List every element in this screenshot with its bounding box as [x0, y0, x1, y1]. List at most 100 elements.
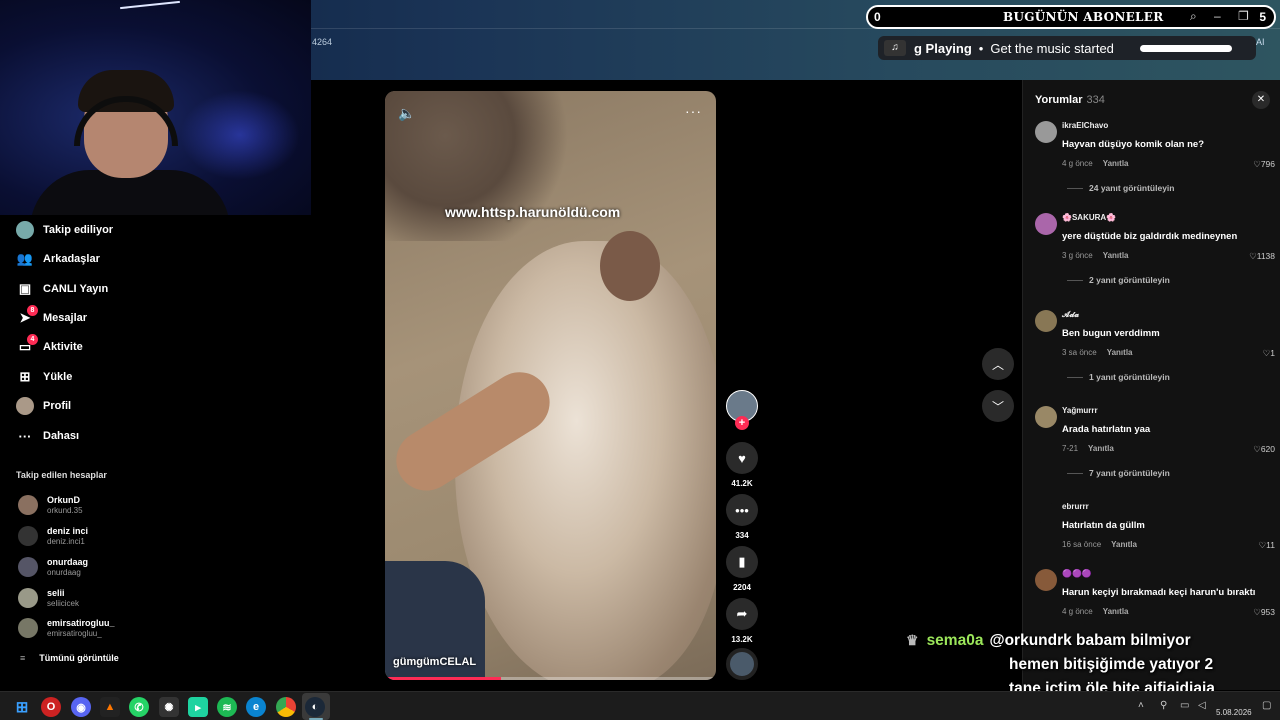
notification-icon[interactable]: ▢	[1262, 700, 1271, 711]
nav-following[interactable]: Takip ediliyor	[16, 219, 113, 241]
reply-button[interactable]: Yanıtla	[1103, 159, 1129, 168]
tray-network-icon[interactable]: ▭	[1180, 700, 1189, 711]
steam-icon[interactable]: ◐	[305, 697, 325, 717]
comment-likes[interactable]: ♡620	[1253, 444, 1275, 455]
reply-button[interactable]: Yanıtla	[1111, 540, 1137, 549]
comment-user[interactable]: 𝓐𝓭𝓪	[1062, 310, 1079, 320]
music-note-icon: ♫	[884, 40, 906, 56]
nav-activity[interactable]: ▭ 4 Aktivite	[16, 334, 83, 358]
whatsapp-icon[interactable]: ✆	[129, 697, 149, 717]
comment-user[interactable]: Yağmurrr	[1062, 406, 1098, 415]
comment-likes[interactable]: ♡1	[1263, 348, 1275, 359]
tray-chevron-icon[interactable]: ˄	[1138, 700, 1144, 711]
share-icon[interactable]: ➦	[726, 598, 758, 630]
windows-start-icon[interactable]: ⊞	[12, 697, 32, 717]
heart-icon[interactable]: ♥	[726, 442, 758, 474]
account-item[interactable]: onurdaag onurdaag	[18, 554, 88, 580]
nav-more[interactable]: ··· Dahası	[16, 425, 80, 447]
save-count: 2204	[733, 583, 751, 592]
comment-user[interactable]: ikraElChavo	[1062, 121, 1108, 130]
nav-friends[interactable]: 👥 Arkadaşlar	[16, 248, 100, 270]
comment-time: 3 sa önce	[1062, 348, 1097, 357]
ai-label[interactable]: AI	[1256, 37, 1265, 47]
opera-icon[interactable]: O	[41, 697, 61, 717]
nav-live[interactable]: ▣ CANLI Yayın	[16, 278, 108, 300]
comment-user[interactable]: 🌸SAKURA🌸	[1062, 213, 1116, 222]
volume-icon[interactable]: 🔈	[398, 105, 415, 122]
account-name: onurdaag	[47, 556, 89, 567]
tray-volume-icon[interactable]: ◁	[1198, 700, 1206, 711]
comment-time: 16 sa önce	[1062, 540, 1102, 549]
follow-plus-icon[interactable]: +	[735, 416, 749, 430]
comment-avatar[interactable]	[1035, 213, 1057, 235]
comment-user[interactable]: ebrurrr	[1062, 502, 1089, 511]
comment-time: 7-21	[1062, 444, 1079, 453]
subscribers-bar: 0 BUGÜNÜN ABONELER ⌕ – ❐ 5	[866, 5, 1276, 29]
view-replies-link[interactable]: 7 yanıt görüntüleyin	[1067, 468, 1170, 478]
save-action[interactable]: ▮ 2204	[724, 546, 760, 592]
video-author[interactable]: gümgümCELAL	[393, 656, 476, 668]
video-player[interactable]: www.httsp.harunöldü.com 🔈 ··· gümgümCELA…	[385, 91, 716, 680]
see-all-link[interactable]: ≡ Tümünü görüntüle	[20, 653, 119, 663]
view-replies-link[interactable]: 24 yanıt görüntüleyin	[1067, 183, 1175, 193]
messages-icon: ➤ 8	[16, 305, 38, 327]
next-video-button[interactable]: ﹀	[982, 390, 1014, 422]
tray-pin-icon[interactable]: ⚲	[1160, 700, 1167, 711]
now-playing-widget: ♫ g Playing • Get the music started	[878, 36, 1256, 60]
upload-icon: ⊞	[19, 369, 31, 384]
restore-icon[interactable]: ❐	[1238, 9, 1249, 23]
fl-studio-icon[interactable]: ▲	[100, 697, 120, 717]
chatgpt-icon[interactable]: ✺	[159, 697, 179, 717]
reply-button[interactable]: Yanıtla	[1103, 607, 1129, 616]
view-replies-link[interactable]: 2 yanıt görüntüleyin	[1067, 275, 1170, 285]
account-name: deniz inci	[47, 525, 89, 536]
app-icon[interactable]: ▸	[188, 697, 208, 717]
more-options-icon[interactable]: ···	[685, 103, 702, 119]
minimize-icon[interactable]: –	[1214, 9, 1221, 23]
close-icon[interactable]: ✕	[1252, 91, 1270, 109]
comment-icon[interactable]: •••	[726, 494, 758, 526]
comment-text: yere düştüde biz galdırdık medineynen	[1062, 231, 1238, 242]
nav-profile[interactable]: Profil	[16, 395, 71, 417]
comment-likes[interactable]: ♡11	[1259, 540, 1275, 551]
comment-avatar[interactable]	[1035, 569, 1057, 591]
search-icon[interactable]: ⌕	[1190, 9, 1197, 24]
nav-label: Profil	[43, 400, 72, 412]
taskbar-date[interactable]: 5.08.2026	[1216, 708, 1252, 717]
spotify-icon[interactable]: ≋	[217, 697, 237, 717]
nav-upload[interactable]: ⊞ Yükle	[16, 366, 73, 388]
more-icon: ···	[18, 428, 32, 444]
comment-avatar[interactable]	[1035, 121, 1057, 143]
video-progress[interactable]	[385, 677, 716, 680]
comment-likes[interactable]: ♡1138	[1249, 251, 1275, 262]
music-disc-icon[interactable]	[726, 648, 758, 680]
account-item[interactable]: deniz inci deniz.inci1	[18, 523, 88, 549]
account-item[interactable]: selii seliicicek	[18, 585, 79, 611]
comment-user[interactable]: 🟣🟣🟣	[1062, 569, 1092, 578]
account-item[interactable]: OrkunD orkund.35	[18, 492, 83, 518]
view-replies-link[interactable]: 1 yanıt görüntüleyin	[1067, 372, 1170, 382]
chat-message-line: @orkundrk babam bilmiyor	[989, 632, 1191, 649]
comment-time: 3 g önce	[1062, 251, 1093, 260]
webcam-overlay	[0, 0, 311, 215]
comment-action[interactable]: ••• 334	[724, 494, 760, 540]
prev-video-button[interactable]: ︿	[982, 348, 1014, 380]
like-action[interactable]: ♥ 41.2K	[724, 442, 760, 488]
account-item[interactable]: emirsatirogluu_ emirsatirogluu_	[18, 615, 115, 641]
bookmark-icon[interactable]: ▮	[726, 546, 758, 578]
comment-time: 4 g önce	[1062, 607, 1093, 616]
reply-button[interactable]: Yanıtla	[1088, 444, 1114, 453]
chrome-icon[interactable]	[276, 697, 296, 717]
comment-likes[interactable]: ♡953	[1253, 607, 1275, 618]
comment-avatar[interactable]	[1035, 502, 1057, 524]
edge-icon[interactable]: e	[246, 697, 266, 717]
comment-avatar[interactable]	[1035, 310, 1057, 332]
reply-button[interactable]: Yanıtla	[1107, 348, 1133, 357]
nav-messages[interactable]: ➤ 8 Mesajlar	[16, 305, 87, 329]
discord-icon[interactable]: ◉	[71, 697, 91, 717]
comment-likes[interactable]: ♡796	[1253, 159, 1275, 170]
share-action[interactable]: ➦ 13.2K	[724, 598, 760, 644]
reply-button[interactable]: Yanıtla	[1103, 251, 1129, 260]
chat-username: sema0a	[926, 632, 984, 649]
comment-avatar[interactable]	[1035, 406, 1057, 428]
